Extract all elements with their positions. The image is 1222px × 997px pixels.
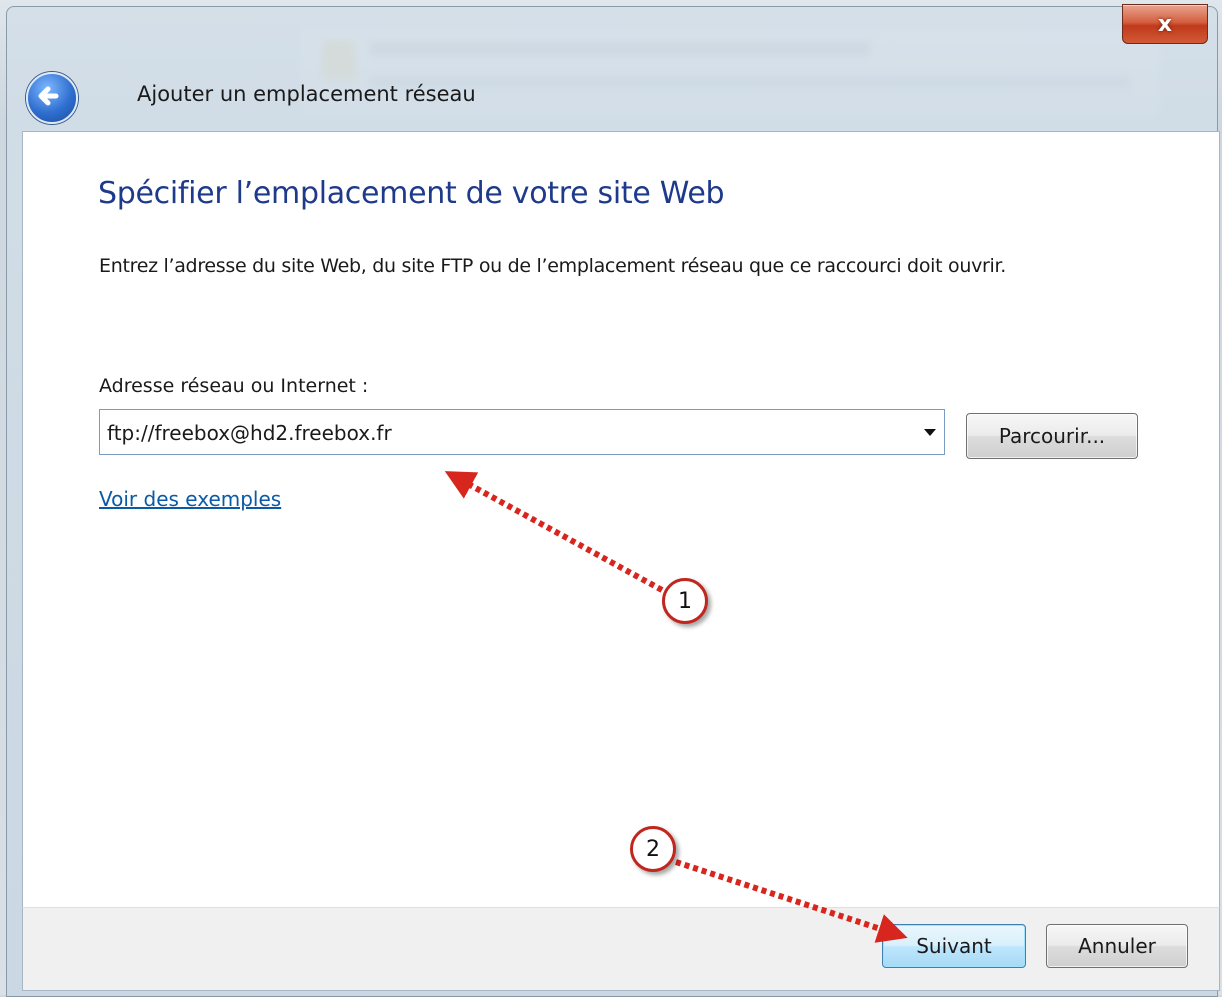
close-button[interactable]: x	[1122, 4, 1208, 44]
address-combobox[interactable]: ftp://freebox@hd2.freebox.fr	[99, 409, 945, 455]
wizard-footer	[22, 907, 1220, 991]
address-input-value[interactable]: ftp://freebox@hd2.freebox.fr	[107, 421, 392, 445]
examples-link[interactable]: Voir des exemples	[99, 487, 281, 511]
annotation-badge-1: 1	[662, 578, 708, 624]
browse-button[interactable]: Parcourir...	[966, 413, 1138, 459]
address-field-label: Adresse réseau ou Internet :	[99, 375, 369, 397]
window-title: Ajouter un emplacement réseau	[137, 82, 476, 106]
back-button[interactable]	[26, 72, 78, 124]
chevron-down-icon[interactable]	[924, 429, 936, 436]
cancel-button[interactable]: Annuler	[1046, 924, 1188, 968]
next-button[interactable]: Suivant	[882, 924, 1026, 968]
back-arrow-icon	[38, 86, 59, 106]
instruction-text: Entrez l’adresse du site Web, du site FT…	[99, 255, 1007, 277]
annotation-badge-2: 2	[630, 826, 676, 872]
close-icon: x	[1157, 11, 1173, 37]
page-heading: Spécifier l’emplacement de votre site We…	[98, 176, 725, 211]
wizard-content-panel	[22, 131, 1220, 908]
